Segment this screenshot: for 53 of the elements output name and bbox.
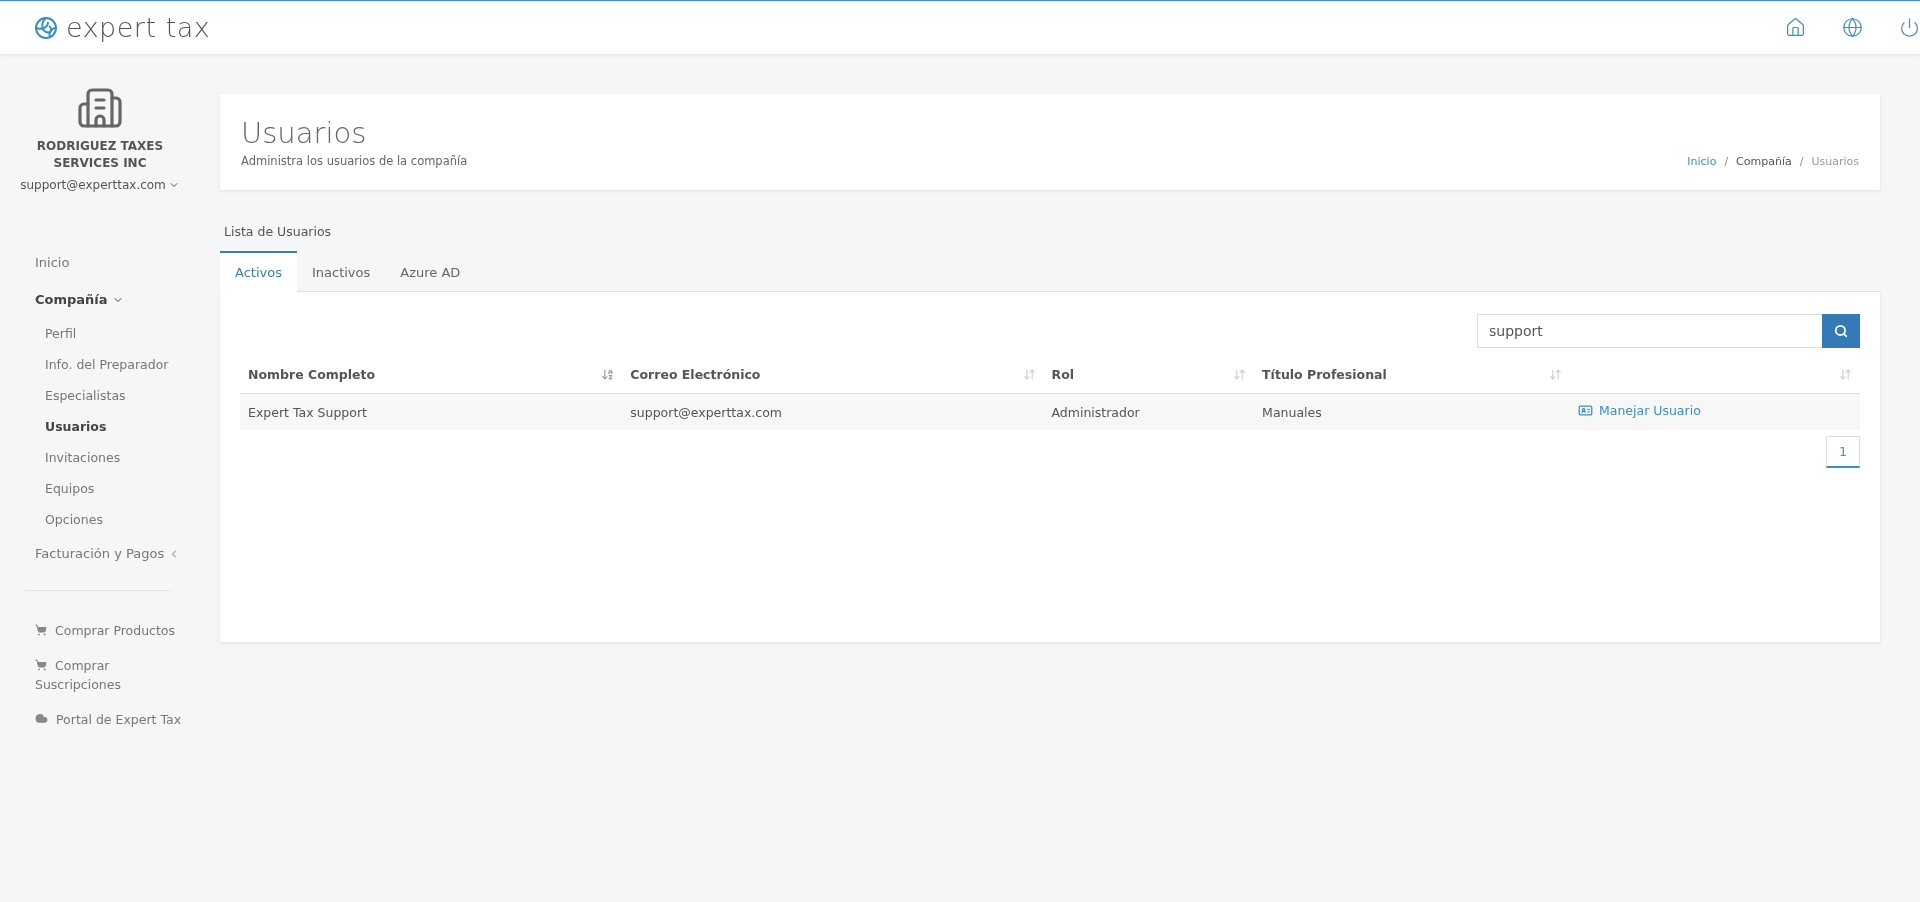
account-dropdown[interactable]: support@experttax.com	[20, 178, 180, 192]
search-field[interactable]: support	[1477, 314, 1822, 348]
page-subtitle: Administra los usuarios de la compañía	[241, 154, 468, 168]
search-icon	[1834, 324, 1848, 338]
tab[interactable]: Inactivos	[296, 251, 386, 292]
id-card-icon	[1578, 403, 1593, 418]
globe-icon[interactable]	[1842, 17, 1863, 38]
page-button[interactable]: 1	[1826, 436, 1860, 468]
breadcrumb-separator: /	[1724, 155, 1729, 168]
sidebar-subitem[interactable]: Opciones	[0, 504, 103, 535]
company-name: RODRIGUEZ TAXES SERVICES INC	[35, 138, 165, 172]
sidebar-subitem[interactable]: Especialistas	[0, 380, 126, 411]
column-header: Título Profesional	[1262, 367, 1387, 382]
tab[interactable]: Azure AD	[385, 251, 476, 292]
breadcrumb-text: Usuarios	[1811, 155, 1859, 168]
sidebar-link[interactable]: Portal de Expert Tax	[0, 702, 200, 737]
brand-name: expert tax	[66, 12, 211, 43]
table-cell: support@experttax.com	[630, 404, 782, 420]
section-title: Lista de Usuarios	[223, 224, 333, 239]
sidebar-subitem[interactable]: Usuarios	[0, 411, 107, 442]
column-header: Nombre Completo	[248, 367, 376, 382]
sidebar-item[interactable]: Compañía	[0, 281, 124, 318]
sidebar-subitem[interactable]: Perfil	[0, 318, 77, 349]
page-title: Usuarios	[241, 116, 368, 150]
sidebar-item[interactable]: Inicio	[0, 244, 70, 281]
sort-icon[interactable]	[1233, 368, 1247, 381]
power-icon[interactable]	[1899, 17, 1920, 38]
cart-icon	[35, 659, 47, 671]
breadcrumb-separator: /	[1799, 155, 1804, 168]
table-cell: Expert Tax Support	[248, 404, 367, 420]
table-cell: Manuales	[1262, 404, 1322, 420]
tab[interactable]: Activos	[220, 251, 297, 292]
manage-user-link[interactable]: Manejar Usuario	[1578, 403, 1701, 418]
cart-icon	[35, 624, 47, 636]
home-icon[interactable]	[1785, 17, 1806, 38]
sort-icon[interactable]	[1549, 368, 1562, 381]
search-button[interactable]	[1822, 314, 1860, 348]
sidebar-subitem[interactable]: Info. del Preparador	[0, 349, 169, 380]
sort-icon[interactable]	[1022, 368, 1036, 381]
sidebar-item[interactable]: Facturación y Pagos	[0, 535, 181, 572]
column-header: Correo Electrónico	[630, 367, 761, 382]
cloud-icon	[35, 712, 48, 725]
table-cell: Administrador	[1051, 404, 1140, 420]
sidebar-subitem[interactable]: Invitaciones	[0, 442, 121, 473]
column-header: Rol	[1051, 367, 1074, 382]
sidebar-link[interactable]: Comprar Productos	[0, 613, 200, 648]
logo-icon	[34, 15, 58, 40]
breadcrumb-link[interactable]: Inicio	[1687, 155, 1717, 168]
sort-icon[interactable]	[1839, 368, 1852, 381]
breadcrumb-text: Compañía	[1736, 155, 1792, 168]
sidebar-subitem[interactable]: Equipos	[0, 473, 95, 504]
sort-icon[interactable]	[601, 368, 615, 381]
sidebar-link[interactable]: Comprar Suscripciones	[0, 648, 200, 702]
